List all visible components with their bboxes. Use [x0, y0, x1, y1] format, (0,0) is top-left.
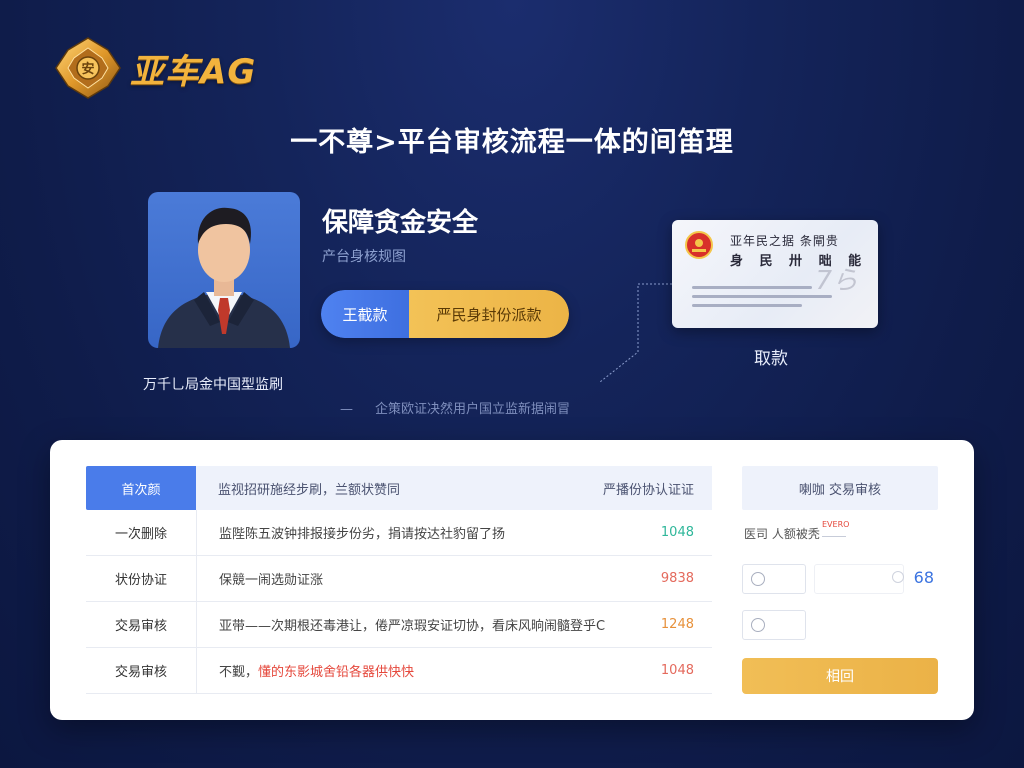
- connector-line: [599, 283, 672, 383]
- table-header-verification: 严播份协认证证: [602, 482, 694, 498]
- tab-first[interactable]: 首次颜: [86, 466, 196, 510]
- row-value: 9838: [660, 571, 694, 586]
- person-avatar-icon: [158, 207, 290, 348]
- security-subtitle: 产台身核规图: [322, 249, 406, 265]
- id-card-image: 亚年民之据 条閘贵 身 民 卅 昢 能 7ら: [672, 220, 878, 328]
- side-option-value: 68: [913, 568, 934, 587]
- side-header: 喇咖 交易审核: [742, 466, 938, 510]
- row-value: 1048: [660, 663, 694, 678]
- id-card-row: [692, 286, 812, 289]
- secondary-pill-button[interactable]: 严民身封份派款: [409, 290, 569, 338]
- table-header: 首次颜 监视招研施经步刷，兰额状赞同 严播份协认证证: [86, 466, 712, 510]
- footnote-dash: —: [340, 402, 353, 417]
- row-label: 交易审核: [114, 619, 167, 634]
- side-option-row: 68: [742, 556, 938, 602]
- side-info-row: 医司 人额被秃 EVERO: [742, 510, 938, 556]
- row-text-highlight: 懂的东影城舍铅各器供快快: [258, 665, 415, 680]
- row-text-plain: 不觐，: [219, 665, 259, 680]
- action-pill-group: 王截款 严民身封份派款: [321, 290, 569, 338]
- id-card-line1: 亚年民之据 条閘贵: [730, 234, 839, 248]
- profile-caption: 万千乚局金中国型监刷: [143, 377, 283, 393]
- footnote-text: 企策欧证决然用户国立监新据闹冒: [375, 402, 571, 417]
- brand-emblem-letter: 安: [81, 61, 94, 77]
- option-input[interactable]: [814, 564, 904, 594]
- table-header-description: 监视招研施经步刷，兰额状赞同: [218, 482, 401, 498]
- side-info-text: 医司 人额被秃: [744, 526, 820, 541]
- id-card-label: 取款: [754, 349, 788, 369]
- page-headline: 一不尊>平台审核流程一体的间笛理: [290, 127, 734, 158]
- side-info-line: [822, 536, 846, 537]
- footnote: — 企策欧证决然用户国立监新据闹冒: [340, 398, 570, 417]
- side-info-tag: EVERO: [822, 520, 850, 529]
- id-card-row: [692, 304, 802, 307]
- brand-emblem-icon: 安: [55, 37, 121, 99]
- row-text: 不觐， 懂的东影城舍铅各器供快快: [196, 648, 632, 693]
- radio-icon[interactable]: [751, 618, 765, 632]
- table-row[interactable]: 交易审核 不觐， 懂的东影城舍铅各器供快快 1048: [86, 648, 712, 694]
- brand-name: 亚车AG: [130, 51, 257, 92]
- brand-logo: 安 亚车AG: [52, 36, 256, 100]
- row-value: 1048: [660, 525, 694, 540]
- option-radio-box[interactable]: [742, 610, 806, 640]
- row-label: 一次删除: [114, 527, 167, 542]
- side-option-row: [742, 602, 938, 648]
- row-text: 保競一闹选勋证涨: [196, 556, 632, 601]
- row-label: 状份协证: [114, 573, 167, 588]
- security-title: 保障贪金安全: [322, 208, 479, 238]
- row-value: 1248: [660, 617, 694, 632]
- side-review-panel: 喇咖 交易审核 医司 人额被秃 EVERO 68 相回: [742, 466, 938, 694]
- option-radio-box[interactable]: [742, 564, 806, 594]
- national-emblem-icon: [685, 231, 713, 259]
- radio-small-icon[interactable]: [892, 571, 904, 583]
- row-text: 亚带——次期根还毒港让，倦严凉瑕安证切协，看床风晌闹髓登乎C: [196, 602, 632, 647]
- table-row[interactable]: 交易审核 亚带——次期根还毒港让，倦严凉瑕安证切协，看床风晌闹髓登乎C 1248: [86, 602, 712, 648]
- id-card-row: [692, 295, 832, 298]
- review-table: 首次颜 监视招研施经步刷，兰额状赞同 严播份协认证证 一次删除 监陛陈五波钟排报…: [86, 466, 712, 694]
- radio-icon[interactable]: [751, 572, 765, 586]
- row-text: 监陛陈五波钟排报接步份劣，捐请按达社豹留了扬: [196, 510, 632, 555]
- primary-pill-button[interactable]: 王截款: [321, 290, 409, 338]
- table-row[interactable]: 状份协证 保競一闹选勋证涨 9838: [86, 556, 712, 602]
- table-row[interactable]: 一次删除 监陛陈五波钟排报接步份劣，捐请按达社豹留了扬 1048: [86, 510, 712, 556]
- row-label: 交易审核: [114, 665, 167, 680]
- profile-photo: [148, 192, 300, 348]
- review-panel: 首次颜 监视招研施经步刷，兰额状赞同 严播份协认证证 一次删除 监陛陈五波钟排报…: [50, 440, 974, 720]
- id-card-text-rows: [692, 286, 832, 313]
- side-action-button[interactable]: 相回: [742, 658, 938, 694]
